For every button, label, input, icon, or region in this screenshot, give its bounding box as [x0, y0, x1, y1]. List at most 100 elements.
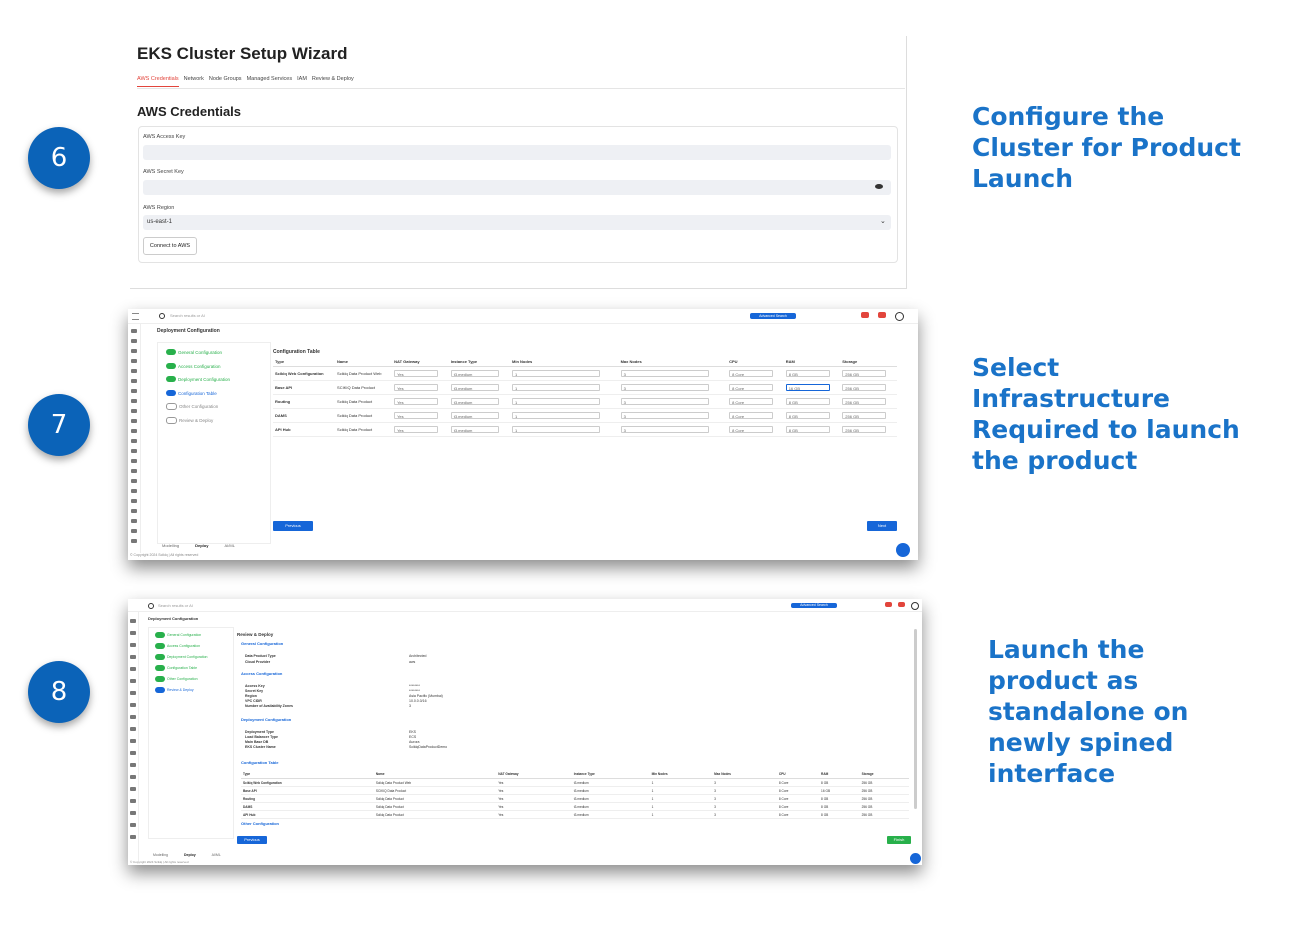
previous-button[interactable]: Previous: [273, 521, 313, 531]
step-configuration-table[interactable]: Configuration Table: [166, 390, 217, 396]
help-chat-icon[interactable]: [910, 853, 921, 864]
next-button[interactable]: Next: [867, 521, 897, 531]
rail-icon[interactable]: [130, 787, 136, 791]
instance-type-select[interactable]: t3.medium: [450, 384, 499, 391]
rail-icon[interactable]: [131, 529, 137, 533]
storage-select[interactable]: 256 GB: [842, 412, 887, 419]
cpu-select[interactable]: 8 Core: [729, 426, 774, 433]
other-config-section[interactable]: Other Configuration: [241, 821, 279, 826]
scrollbar[interactable]: [914, 629, 917, 809]
tab-review-deploy[interactable]: Review & Deploy: [312, 76, 354, 87]
min-nodes-input[interactable]: 1: [512, 426, 601, 433]
nat-gateway-select[interactable]: Yes: [394, 370, 439, 377]
rail-icon[interactable]: [131, 429, 137, 433]
connect-aws-button[interactable]: Connect to AWS: [143, 237, 197, 255]
instance-type-select[interactable]: t3.medium: [450, 426, 499, 433]
alert-icon[interactable]: [898, 602, 905, 607]
rail-icon[interactable]: [130, 835, 136, 839]
rail-icon[interactable]: [130, 739, 136, 743]
step-configuration-table[interactable]: Configuration Table: [155, 665, 197, 671]
rail-icon[interactable]: [130, 703, 136, 707]
settings-icon[interactable]: [895, 312, 904, 321]
alert-icon[interactable]: [878, 312, 886, 318]
config-table-section[interactable]: Configuration Table: [241, 760, 278, 765]
rail-icon[interactable]: [130, 727, 136, 731]
step-general-configuration[interactable]: General Configuration: [166, 349, 222, 355]
step-other-configuration[interactable]: Other Configuration: [155, 676, 198, 682]
step-review-deploy[interactable]: Review & Deploy: [155, 687, 194, 693]
deployment-config-section[interactable]: Deployment Configuration: [241, 717, 291, 722]
tab-ai-ml[interactable]: AI/ML: [204, 853, 229, 857]
secret-key-input[interactable]: [143, 180, 891, 195]
rail-icon[interactable]: [131, 479, 137, 483]
rail-icon[interactable]: [131, 499, 137, 503]
cpu-select[interactable]: 8 Core: [729, 412, 774, 419]
rail-icon[interactable]: [130, 811, 136, 815]
eye-icon[interactable]: [875, 184, 883, 189]
tab-modelling[interactable]: Modelling: [145, 853, 176, 857]
rail-icon[interactable]: [131, 329, 137, 333]
storage-select[interactable]: 256 GB: [842, 398, 887, 405]
instance-type-select[interactable]: t3.medium: [450, 412, 499, 419]
finish-button[interactable]: Finish: [887, 836, 911, 844]
menu-icon[interactable]: [132, 313, 139, 320]
tab-iam[interactable]: IAM: [297, 76, 307, 87]
rail-icon[interactable]: [130, 751, 136, 755]
rail-icon[interactable]: [131, 449, 137, 453]
step-general-configuration[interactable]: General Configuration: [155, 632, 201, 638]
rail-icon[interactable]: [130, 655, 136, 659]
rail-icon[interactable]: [131, 349, 137, 353]
step-deployment-configuration[interactable]: Deployment Configuration: [155, 654, 207, 660]
rail-icon[interactable]: [130, 823, 136, 827]
min-nodes-input[interactable]: 1: [512, 370, 601, 377]
rail-icon[interactable]: [131, 459, 137, 463]
storage-select[interactable]: 256 GB: [842, 384, 887, 391]
nat-gateway-select[interactable]: Yes: [394, 412, 439, 419]
rail-icon[interactable]: [131, 439, 137, 443]
tab-deploy[interactable]: Deploy: [187, 543, 216, 548]
rail-icon[interactable]: [131, 539, 137, 543]
rail-icon[interactable]: [131, 489, 137, 493]
rail-icon[interactable]: [130, 799, 136, 803]
rail-icon[interactable]: [130, 679, 136, 683]
tab-network[interactable]: Network: [184, 76, 204, 87]
tab-managed-services[interactable]: Managed Services: [247, 76, 293, 87]
max-nodes-input[interactable]: 3: [620, 412, 709, 419]
storage-select[interactable]: 256 GB: [842, 370, 887, 377]
advanced-search-button[interactable]: Advanced Search: [750, 313, 796, 319]
rail-icon[interactable]: [130, 715, 136, 719]
advanced-search-button[interactable]: Advanced Search: [791, 603, 837, 608]
rail-icon[interactable]: [131, 399, 137, 403]
access-key-input[interactable]: [143, 145, 891, 160]
rail-icon[interactable]: [131, 409, 137, 413]
max-nodes-input[interactable]: 3: [620, 398, 709, 405]
storage-select[interactable]: 256 GB: [842, 426, 887, 433]
rail-icon[interactable]: [130, 619, 136, 623]
rail-icon[interactable]: [130, 667, 136, 671]
rail-icon[interactable]: [131, 379, 137, 383]
tab-aws-credentials[interactable]: AWS Credentials: [137, 76, 179, 87]
rail-icon[interactable]: [130, 631, 136, 635]
region-select[interactable]: us-east-1: [143, 215, 891, 230]
general-config-section[interactable]: General Configuration: [241, 641, 283, 646]
max-nodes-input[interactable]: 3: [620, 384, 709, 391]
nat-gateway-select[interactable]: Yes: [394, 384, 439, 391]
tab-ai-ml[interactable]: AI/ML: [216, 543, 242, 548]
tab-deploy[interactable]: Deploy: [176, 853, 204, 857]
rail-icon[interactable]: [131, 369, 137, 373]
cpu-select[interactable]: 8 Core: [729, 370, 774, 377]
step-other-configuration[interactable]: Other Configuration: [166, 403, 218, 410]
rail-icon[interactable]: [131, 389, 137, 393]
step-access-configuration[interactable]: Access Configuration: [155, 643, 200, 649]
access-config-section[interactable]: Access Configuration: [241, 671, 282, 676]
tab-modelling[interactable]: Modelling: [154, 543, 187, 548]
ram-select[interactable]: 8 GB: [785, 412, 830, 419]
cpu-select[interactable]: 8 Core: [729, 384, 774, 391]
rail-icon[interactable]: [131, 359, 137, 363]
rail-icon[interactable]: [130, 691, 136, 695]
settings-icon[interactable]: [911, 602, 919, 610]
previous-button[interactable]: Previous: [237, 836, 267, 844]
ram-select[interactable]: 16 GB: [785, 384, 830, 391]
rail-icon[interactable]: [131, 519, 137, 523]
rail-icon[interactable]: [131, 469, 137, 473]
